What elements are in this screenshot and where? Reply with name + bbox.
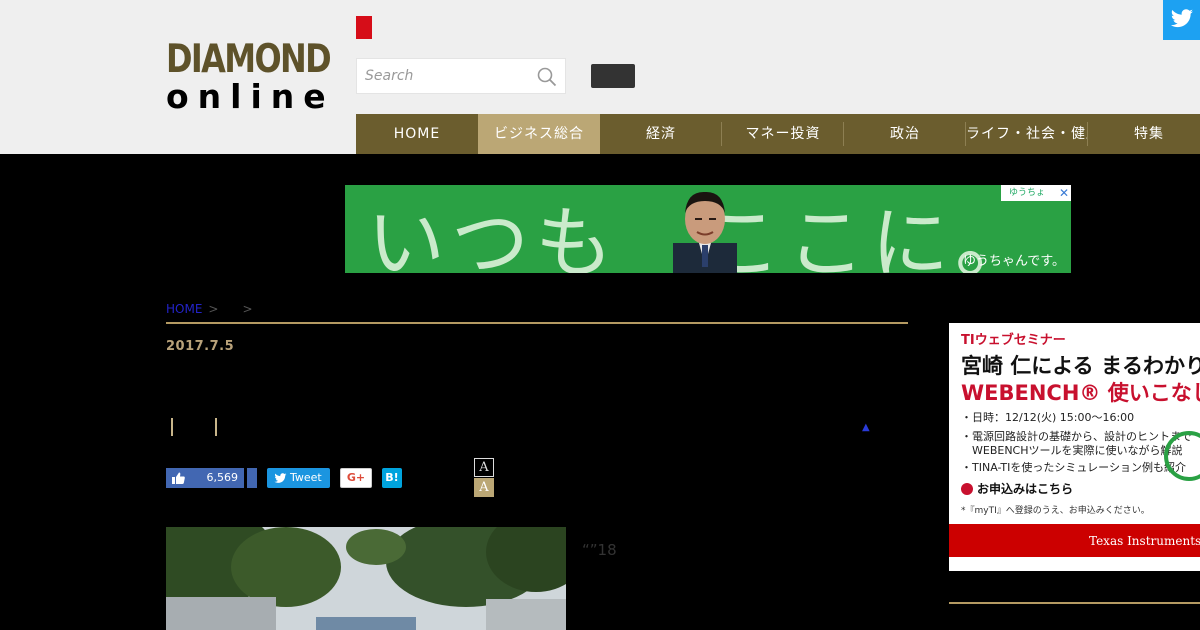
- twitter-icon: [1170, 9, 1193, 28]
- tweet-label: Tweet: [290, 471, 322, 484]
- ad-note: *『myTI』へ登録のうえ、お申込みください。: [961, 506, 1150, 516]
- article-photo: [166, 527, 566, 630]
- nav-item-life[interactable]: ライフ・社会・健康: [966, 114, 1088, 154]
- close-icon[interactable]: ✕: [1059, 185, 1069, 201]
- banner-ad[interactable]: いつも ここに。 ゆうちゃんです。 ゆうちょ ✕: [345, 185, 1071, 273]
- breadcrumb-separator: >: [242, 302, 253, 316]
- page: DIAMOND online HOME ビジネス総合 経済 マネー投資 政治 ラ…: [0, 0, 1200, 630]
- thumbs-up-icon: [172, 472, 185, 484]
- ad-title-line-2: WEBENCH® 使いこなし術: [961, 381, 1200, 405]
- site-logo[interactable]: DIAMOND online: [166, 37, 335, 116]
- like-count: 6,569: [206, 471, 239, 484]
- breadcrumb: HOME > >: [166, 300, 259, 317]
- font-size-large-button[interactable]: A: [474, 478, 494, 497]
- search-input[interactable]: [357, 59, 527, 93]
- article-lead-text: “”18: [582, 541, 617, 559]
- article-top-divider: [166, 322, 908, 324]
- google-plus-button[interactable]: G+: [340, 468, 372, 488]
- main-nav: HOME ビジネス総合 経済 マネー投資 政治 ライフ・社会・健康 特集: [356, 114, 1200, 154]
- ad-detail-line: WEBENCHツールを実際に使いながら解説: [961, 444, 1183, 457]
- logo-line-1: DIAMOND: [166, 37, 332, 82]
- nav-label: 特集: [1134, 126, 1164, 142]
- font-size-small-button[interactable]: A: [474, 458, 494, 477]
- nav-label: HOME: [393, 126, 441, 142]
- banner-subtext: ゆうちゃんです。: [962, 254, 1065, 269]
- site-header: DIAMOND online HOME ビジネス総合 経済 マネー投資 政治 ラ…: [0, 0, 1200, 154]
- nav-item-home[interactable]: HOME: [356, 114, 478, 154]
- nav-label: ビジネス総合: [494, 126, 584, 142]
- sidebar-divider: [949, 602, 1200, 604]
- nav-label: マネー投資: [745, 126, 821, 142]
- ad-choices-tag[interactable]: ゆうちょ ✕: [1001, 185, 1071, 201]
- ad-footer: Texas Instruments: [949, 524, 1200, 557]
- hatena-bookmark-button[interactable]: B!: [382, 468, 402, 488]
- brand-marker: [356, 16, 372, 39]
- ad-detail-line: ・日時：12/12(火) 15:00～16:00: [961, 411, 1135, 424]
- search-icon[interactable]: [537, 67, 557, 87]
- nav-item-politics[interactable]: 政治: [844, 114, 966, 154]
- ad-tag-label: ゆうちょ: [1009, 188, 1046, 198]
- nav-label: 経済: [646, 126, 676, 142]
- twitter-icon: [274, 473, 287, 483]
- nav-label: 政治: [890, 126, 920, 142]
- ad-apply-link[interactable]: お申込みはこちら: [961, 480, 1073, 497]
- twitter-follow-button[interactable]: [1163, 0, 1200, 40]
- sidebar-ad[interactable]: TIウェブセミナー 宮崎 仁による まるわかり WEBENCH® 使いこなし術 …: [949, 323, 1200, 571]
- breadcrumb-home-link[interactable]: HOME: [166, 302, 202, 316]
- nav-label: ライフ・社会・健康: [966, 126, 1088, 142]
- ad-tag: TIウェブセミナー: [961, 333, 1066, 348]
- nav-item-special[interactable]: 特集: [1088, 114, 1200, 154]
- banner-person-image: [673, 191, 737, 273]
- title-divider: [215, 418, 217, 436]
- tweet-button[interactable]: Tweet: [267, 468, 330, 488]
- nav-item-money[interactable]: マネー投資: [722, 114, 844, 154]
- play-icon: [961, 483, 973, 495]
- logo-line-2: online: [166, 77, 335, 116]
- nav-item-business[interactable]: ビジネス総合: [478, 114, 600, 154]
- nav-item-economy[interactable]: 経済: [600, 114, 722, 154]
- title-divider: [171, 418, 173, 436]
- ad-detail-line: ・TINA-TIを使ったシミュレーション例も紹介: [961, 461, 1186, 474]
- search-box: [356, 58, 566, 94]
- search-submit-button[interactable]: [591, 64, 635, 88]
- breadcrumb-separator: >: [208, 302, 219, 316]
- article-date: 2017.7.5: [166, 339, 235, 354]
- author-link-icon[interactable]: ▲: [862, 422, 870, 433]
- ad-title-line-1: 宮崎 仁による まるわかり: [961, 354, 1200, 378]
- facebook-share-button[interactable]: [247, 468, 257, 488]
- facebook-like-button[interactable]: 6,569: [166, 468, 244, 488]
- ad-apply-label: お申込みはこちら: [977, 482, 1074, 496]
- ad-footer-brand: Texas Instruments: [1089, 534, 1200, 548]
